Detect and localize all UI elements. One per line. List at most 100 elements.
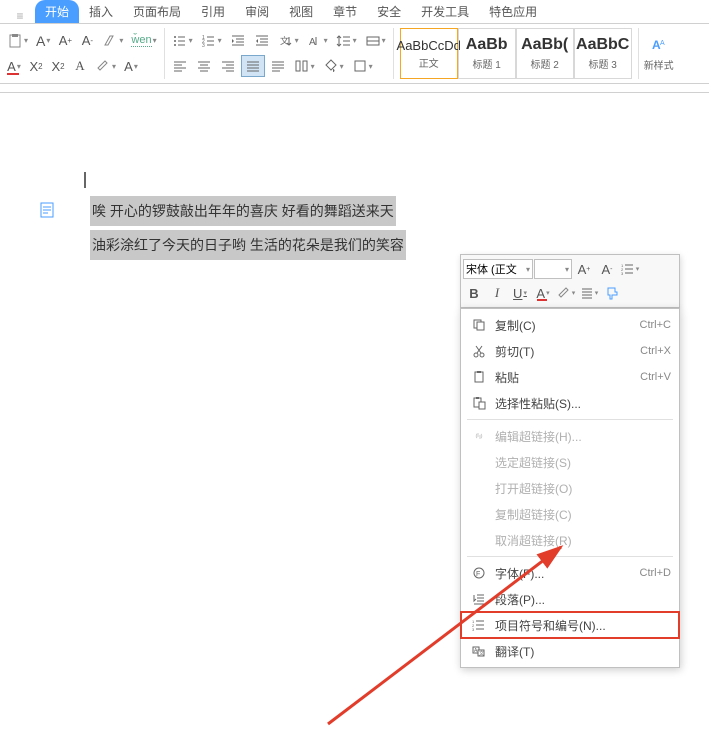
menu-cut[interactable]: 剪切(T) Ctrl+X: [461, 338, 679, 364]
mini-bold[interactable]: B: [463, 282, 485, 304]
tab-view[interactable]: 视图: [279, 0, 323, 23]
align-text-button[interactable]: A: [304, 30, 331, 52]
mini-font-color[interactable]: A: [532, 282, 554, 304]
menu-edit-hyperlink: 编辑超链接(H)...: [461, 423, 679, 449]
mini-toolbar: 宋体 (正文 A+ A- 123 B I U A: [460, 254, 680, 308]
paste-button[interactable]: [4, 30, 31, 52]
paragraph-icon: [469, 592, 489, 606]
menu-label: 选择性粘贴(S)...: [495, 395, 671, 412]
tab-start[interactable]: 开始: [35, 0, 79, 23]
tabs-button[interactable]: [362, 30, 389, 52]
menu-translate[interactable]: A文 翻译(T): [461, 638, 679, 664]
menu-separator: [467, 556, 673, 557]
subscript-button[interactable]: X2: [48, 55, 68, 77]
menu-paste[interactable]: 粘贴 Ctrl+V: [461, 364, 679, 390]
mini-align[interactable]: [578, 282, 600, 304]
new-style-button[interactable]: AA 新样式: [639, 28, 679, 79]
tab-dev-tools[interactable]: 开发工具: [411, 0, 479, 23]
menu-label: 项目符号和编号(N)...: [495, 617, 671, 634]
bullets-button[interactable]: [169, 30, 196, 52]
mini-underline[interactable]: U: [509, 282, 531, 304]
tab-review[interactable]: 审阅: [235, 0, 279, 23]
style-gallery: AaBbCcDd 正文 AaBb 标题 1 AaBb( 标题 2 AaBbC 标…: [394, 28, 639, 79]
phonetic-button[interactable]: w̌en: [128, 30, 159, 52]
new-style-label: 新样式: [644, 57, 674, 72]
menu-label: 翻译(T): [495, 643, 671, 660]
tab-chapter[interactable]: 章节: [323, 0, 367, 23]
menu-bullets-numbering[interactable]: 123 项目符号和编号(N)...: [461, 612, 679, 638]
mini-grow-font[interactable]: A+: [573, 258, 595, 280]
borders-button[interactable]: [349, 55, 376, 77]
tab-security[interactable]: 安全: [367, 0, 411, 23]
paragraph-group: 123 文 A: [165, 28, 394, 79]
selected-text-line2[interactable]: 油彩涂红了今天的日子哟 生活的花朵是我们的笑容: [90, 230, 406, 260]
align-center-button[interactable]: [193, 55, 215, 77]
align-left-button[interactable]: [169, 55, 191, 77]
style-heading1[interactable]: AaBb 标题 1: [458, 28, 516, 79]
numbering-button[interactable]: 123: [198, 30, 225, 52]
grow-font-button[interactable]: A+: [55, 30, 75, 52]
svg-text:F: F: [476, 571, 480, 578]
increase-indent-button[interactable]: [251, 30, 273, 52]
tab-page-layout[interactable]: 页面布局: [123, 0, 191, 23]
menu-open-hyperlink: 打开超链接(O): [461, 475, 679, 501]
mini-size-select[interactable]: [534, 259, 572, 279]
workspace: 唉 开心的锣鼓敲出年年的喜庆 好看的舞蹈送来天 油彩涂红了今天的日子哟 生活的花…: [0, 84, 709, 745]
menu-label: 选定超链接(S): [495, 454, 671, 471]
menu-shortcut: Ctrl+C: [640, 319, 671, 331]
document-icon: [40, 202, 54, 218]
mini-highlight[interactable]: [555, 282, 577, 304]
style-preview: AaBbCcDd: [397, 38, 461, 53]
menu-font[interactable]: F 字体(F)... Ctrl+D: [461, 560, 679, 586]
menu-label: 段落(P)...: [495, 591, 671, 608]
mini-shrink-font[interactable]: A-: [596, 258, 618, 280]
tab-special[interactable]: 特色应用: [479, 0, 547, 23]
menu-select-hyperlink: 选定超链接(S): [461, 449, 679, 475]
superscript-button[interactable]: X2: [26, 55, 46, 77]
align-distribute-button[interactable]: [267, 55, 289, 77]
decrease-indent-button[interactable]: [227, 30, 249, 52]
selected-text-line1[interactable]: 唉 开心的锣鼓敲出年年的喜庆 好看的舞蹈送来天: [90, 196, 396, 226]
mini-format-painter[interactable]: [601, 282, 623, 304]
style-label: 标题 3: [589, 56, 617, 71]
mini-italic[interactable]: I: [486, 282, 508, 304]
menu-paste-special[interactable]: 选择性粘贴(S)...: [461, 390, 679, 416]
align-justify-button[interactable]: [241, 55, 265, 77]
style-heading3[interactable]: AaBbC 标题 3: [574, 28, 632, 79]
svg-text:A: A: [660, 40, 665, 47]
menu-label: 取消超链接(R): [495, 532, 671, 549]
mini-numbering[interactable]: 123: [619, 258, 641, 280]
menu-copy[interactable]: 复制(C) Ctrl+C: [461, 312, 679, 338]
svg-text:A: A: [309, 37, 316, 48]
tab-insert[interactable]: 插入: [79, 0, 123, 23]
context-menu: 复制(C) Ctrl+C 剪切(T) Ctrl+X 粘贴 Ctrl+V 选择性粘…: [460, 308, 680, 668]
shading-button[interactable]: [320, 55, 347, 77]
column-button[interactable]: [291, 55, 318, 77]
menu-shortcut: Ctrl+V: [640, 371, 671, 383]
menu-label: 复制(C): [495, 317, 640, 334]
style-normal[interactable]: AaBbCcDd 正文: [400, 28, 458, 79]
align-right-button[interactable]: [217, 55, 239, 77]
line-spacing-button[interactable]: [333, 30, 360, 52]
menu-icon[interactable]: ≡: [5, 9, 35, 23]
char-shading-button[interactable]: A: [121, 55, 141, 77]
tab-bar: ≡ 开始 插入 页面布局 引用 审阅 视图 章节 安全 开发工具 特色应用: [0, 0, 709, 24]
font-icon: F: [469, 566, 489, 580]
menu-label: 剪切(T): [495, 343, 640, 360]
change-case-button[interactable]: A: [70, 55, 90, 77]
clear-format-button[interactable]: [99, 30, 126, 52]
style-label: 标题 2: [531, 56, 559, 71]
shrink-font-button[interactable]: A-: [77, 30, 97, 52]
font-color-button[interactable]: A: [4, 55, 24, 77]
menu-paragraph[interactable]: 段落(P)...: [461, 586, 679, 612]
text-direction-button[interactable]: 文: [275, 30, 302, 52]
style-preview: AaBb: [466, 36, 508, 54]
style-heading2[interactable]: AaBb( 标题 2: [516, 28, 574, 79]
paste-special-icon: [469, 396, 489, 410]
highlight-button[interactable]: [92, 55, 119, 77]
tab-reference[interactable]: 引用: [191, 0, 235, 23]
font-size-button[interactable]: A: [33, 30, 53, 52]
mini-font-select[interactable]: 宋体 (正文: [463, 259, 533, 279]
link-icon: [469, 429, 489, 443]
menu-label: 粘贴: [495, 369, 640, 386]
